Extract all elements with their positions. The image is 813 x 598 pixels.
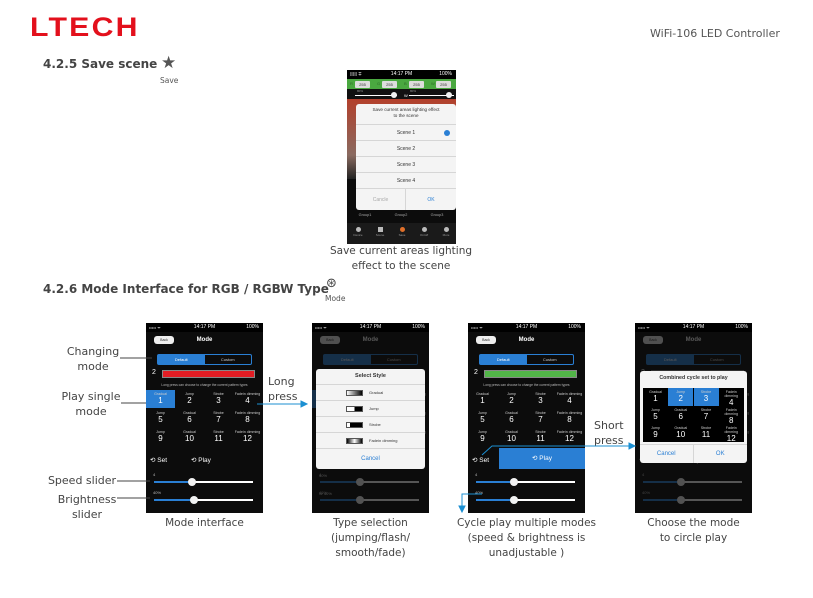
arrow-short-press	[628, 442, 637, 450]
arrow-brightness	[458, 505, 466, 514]
annotation-lines	[117, 357, 637, 514]
line-short-press	[481, 445, 630, 456]
arrow-long-press	[300, 400, 309, 408]
